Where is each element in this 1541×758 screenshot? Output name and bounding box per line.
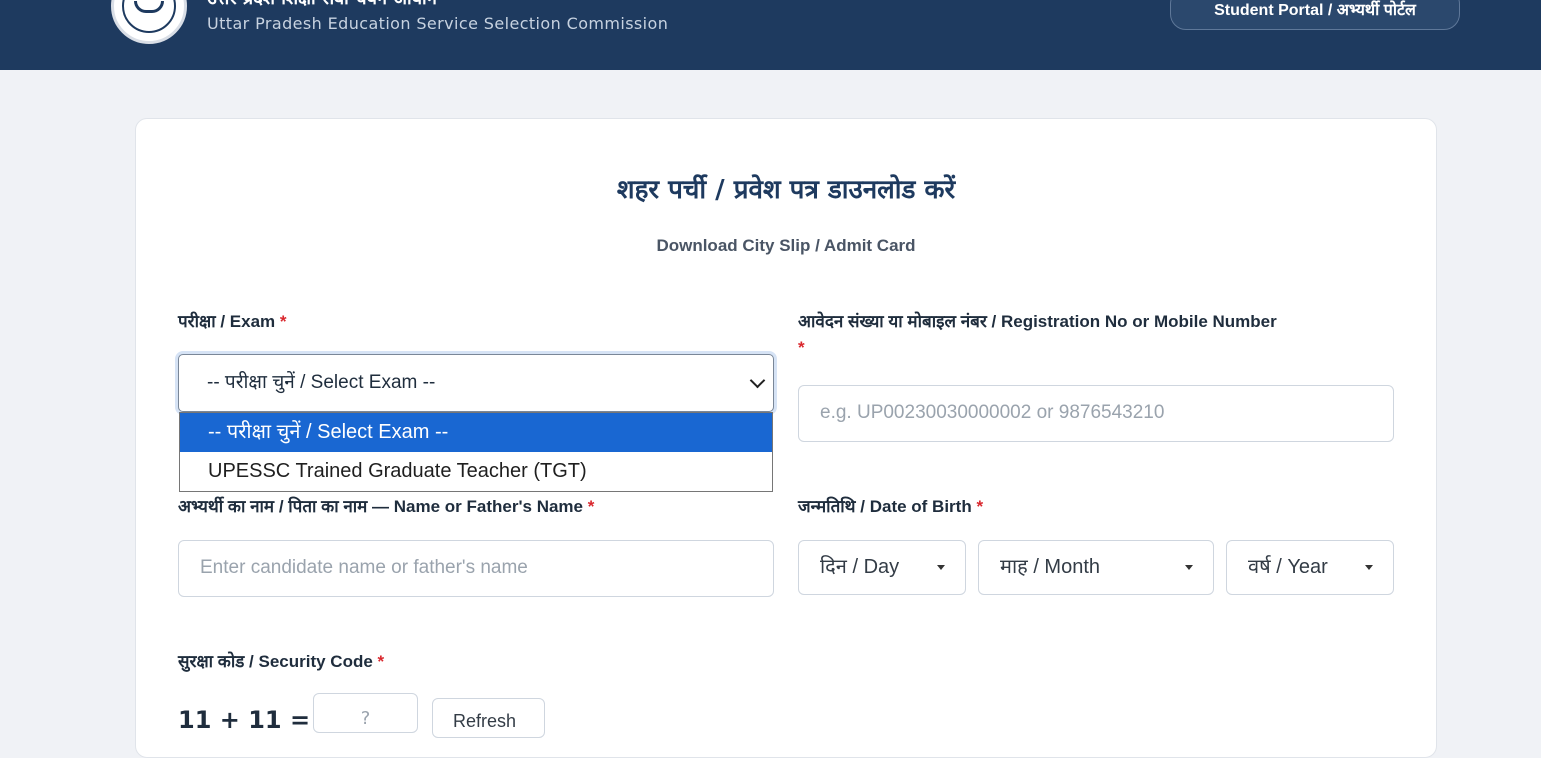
dob-month-select[interactable]: माह / Month: [978, 540, 1214, 595]
name-input[interactable]: Enter candidate name or father's name: [178, 540, 774, 597]
security-code-label: सुरक्षा कोड / Security Code *: [178, 649, 384, 672]
page-title: शहर पर्ची / प्रवेश पत्र डाउनलोड करें: [616, 175, 956, 205]
captcha-input[interactable]: ?: [313, 693, 418, 733]
name-label: अभ्यर्थी का नाम / पिता का नाम — Name or …: [178, 494, 594, 517]
registration-input[interactable]: e.g. UP00230030000002 or 9876543210: [798, 385, 1394, 442]
top-header-bar: उत्तर प्रदेश शिक्षा सेवा चयन आयोग Uttar …: [0, 0, 1541, 70]
dob-label: जन्मतिथि / Date of Birth *: [798, 494, 983, 517]
exam-select[interactable]: -- परीक्षा चुनें / Select Exam --: [178, 354, 774, 412]
org-title-english: Uttar Pradesh Education Service Selectio…: [207, 14, 669, 33]
dob-label-text: जन्मतिथि / Date of Birth: [798, 497, 972, 516]
dob-year-select[interactable]: वर्ष / Year: [1226, 540, 1394, 595]
caret-down-icon: [1365, 565, 1373, 570]
captcha-question: 11 + 11 =: [178, 706, 311, 734]
captcha-refresh-button[interactable]: Refresh: [432, 698, 545, 738]
name-label-text: अभ्यर्थी का नाम / पिता का नाम — Name or …: [178, 497, 583, 516]
exam-option-tgt[interactable]: UPESSC Trained Graduate Teacher (TGT): [180, 452, 772, 491]
required-mark: *: [587, 497, 595, 516]
security-code-label-text: सुरक्षा कोड / Security Code: [178, 652, 373, 671]
exam-dropdown-list: -- परीक्षा चुनें / Select Exam -- UPESSC…: [179, 412, 773, 492]
org-title-hindi: उत्तर प्रदेश शिक्षा सेवा चयन आयोग: [207, 0, 437, 10]
registration-required-mark: *: [798, 338, 805, 357]
registration-label: आवेदन संख्या या मोबाइल नंबर / Registrati…: [798, 309, 1277, 332]
dob-day-value: दिन / Day: [820, 556, 900, 578]
chevron-down-icon: [749, 372, 766, 389]
exam-select-value: -- परीक्षा चुनें / Select Exam --: [207, 372, 436, 393]
caret-down-icon: [937, 565, 945, 570]
exam-label-text: परीक्षा / Exam: [178, 312, 276, 331]
student-portal-button[interactable]: Student Portal / अभ्यर्थी पोर्टल: [1170, 0, 1460, 30]
page-subtitle: Download City Slip / Admit Card: [656, 236, 916, 255]
required-mark: *: [377, 652, 385, 671]
dob-year-value: वर्ष / Year: [1248, 556, 1328, 578]
required-mark: *: [976, 497, 984, 516]
commission-logo: [111, 0, 187, 44]
caret-down-icon: [1185, 565, 1193, 570]
registration-label-text: आवेदन संख्या या मोबाइल नंबर / Registrati…: [798, 312, 1277, 331]
required-mark: *: [279, 312, 287, 331]
exam-option-placeholder[interactable]: -- परीक्षा चुनें / Select Exam --: [180, 413, 772, 452]
dob-month-value: माह / Month: [1000, 556, 1101, 578]
dob-day-select[interactable]: दिन / Day: [798, 540, 966, 595]
exam-label: परीक्षा / Exam *: [178, 309, 287, 332]
